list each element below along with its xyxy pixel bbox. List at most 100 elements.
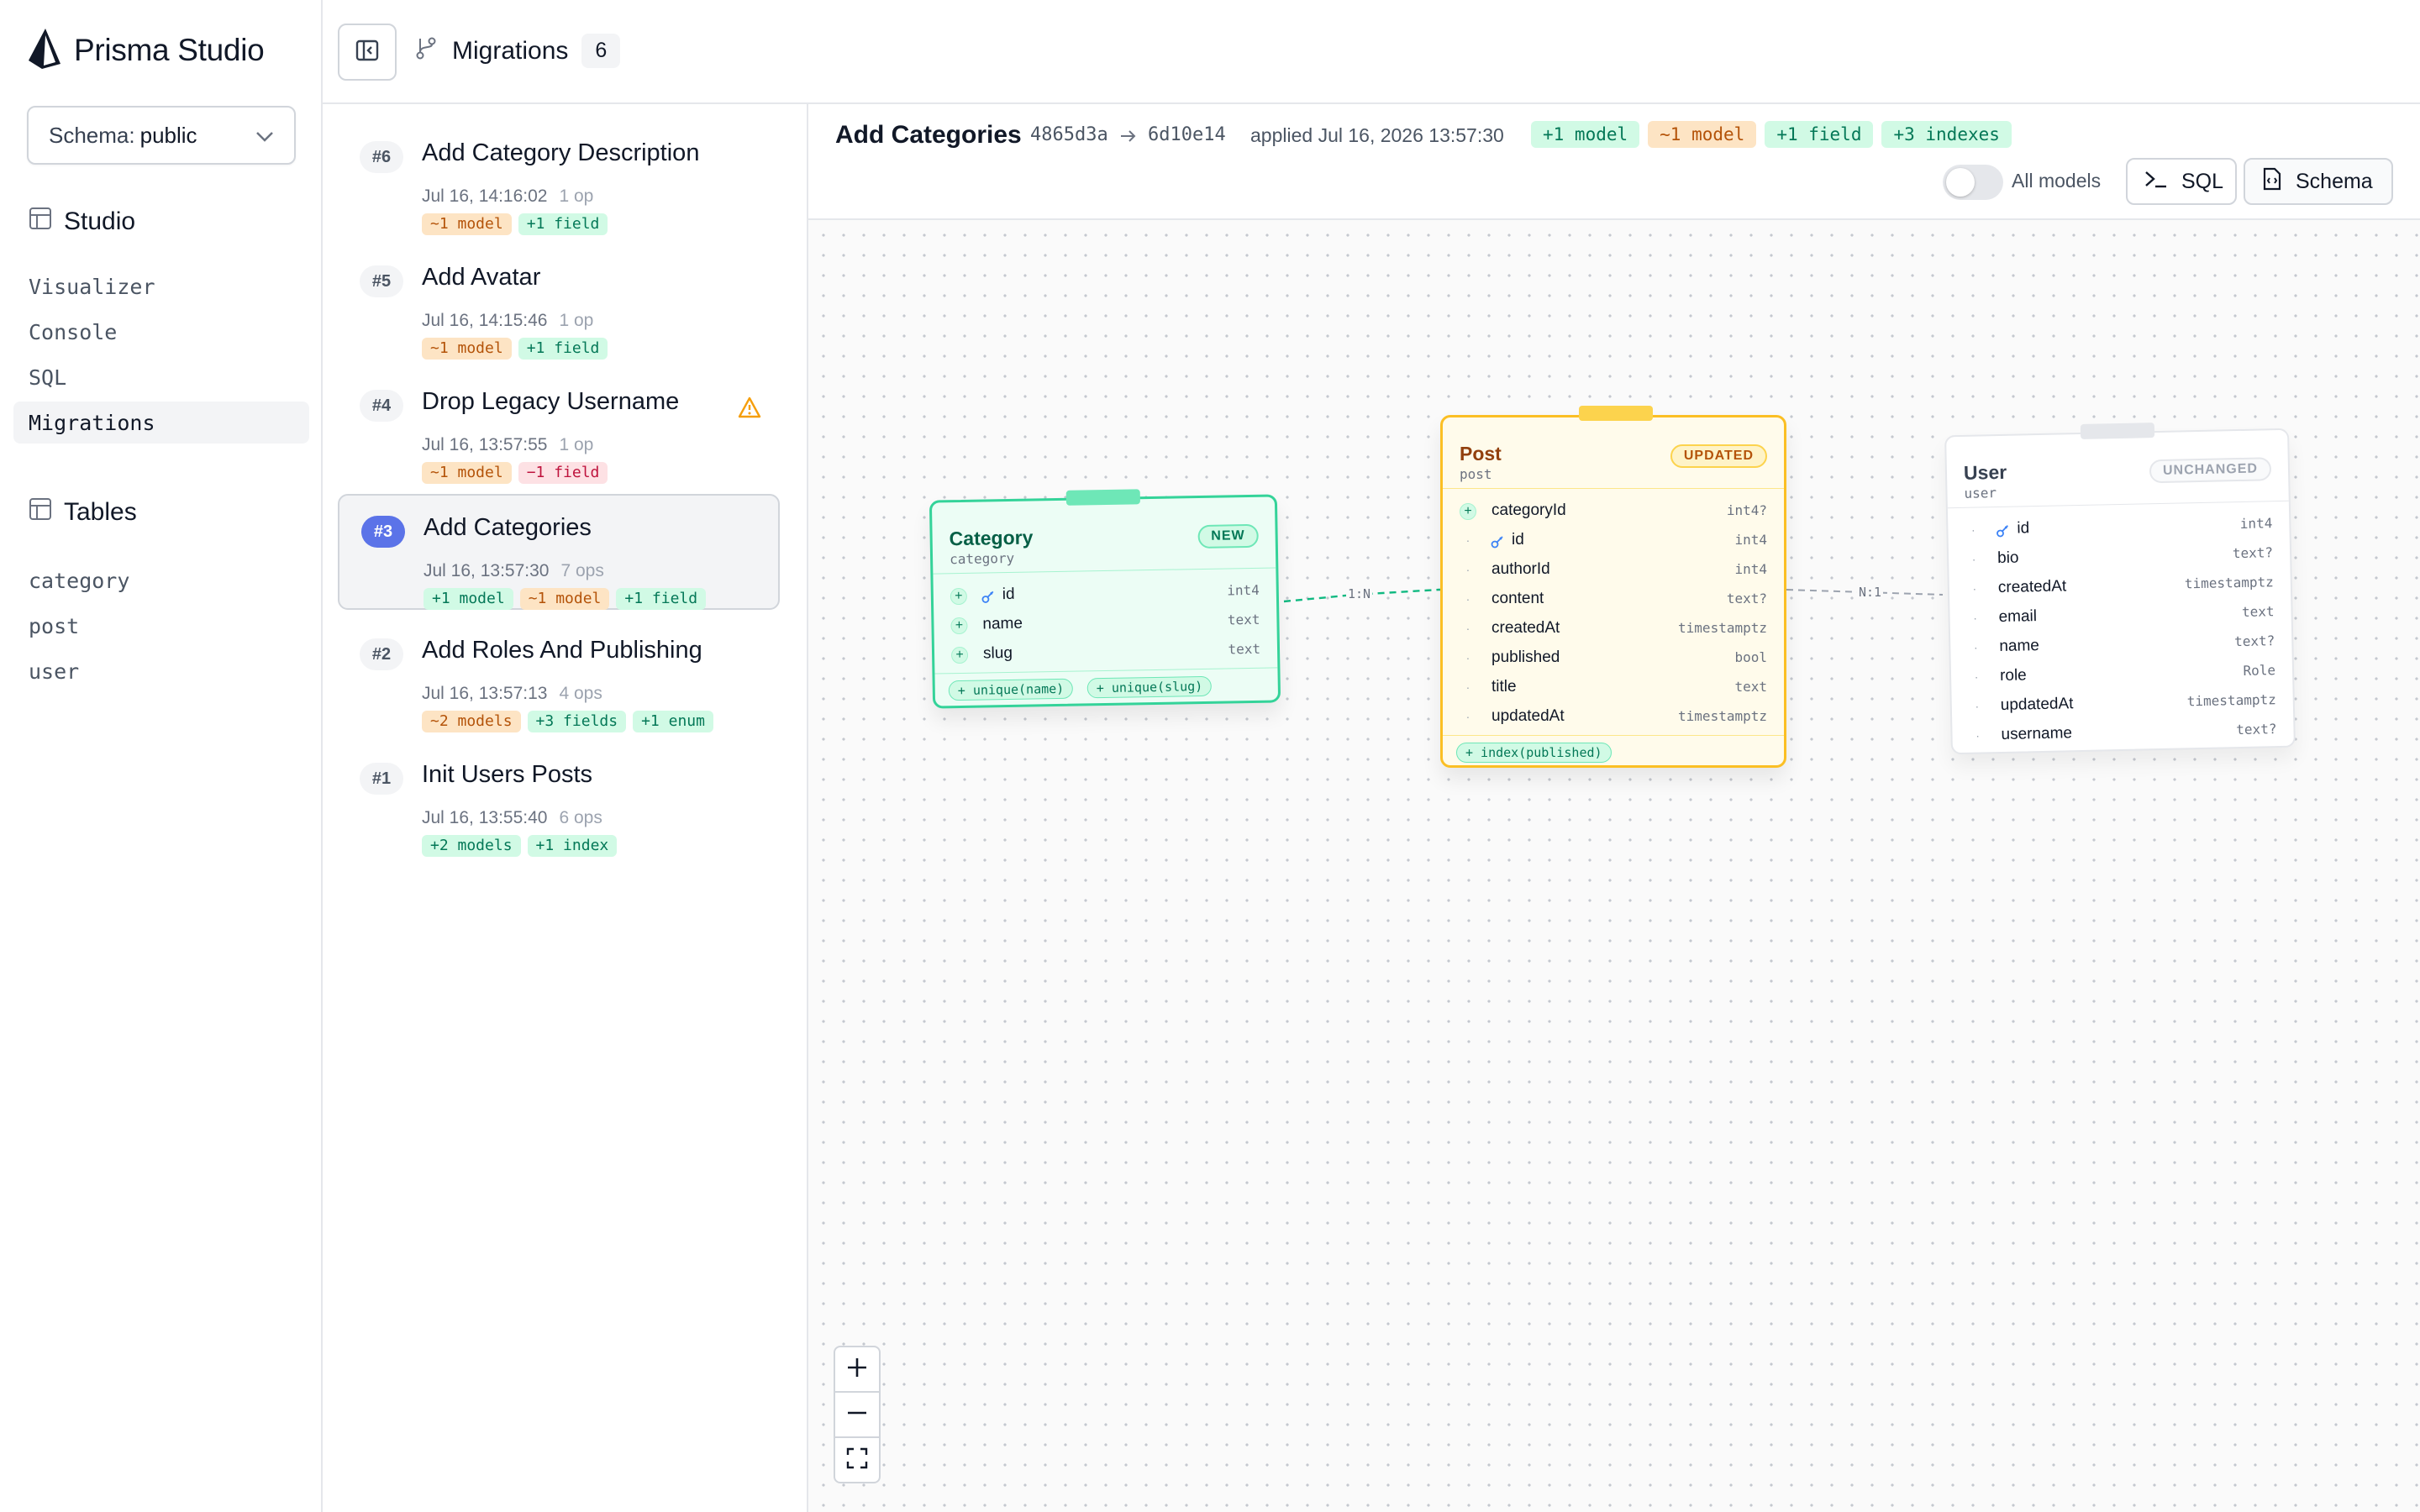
- model-card-category[interactable]: Category category NEW + id int4 + name text + slug…: [929, 489, 1281, 709]
- model-status-badge: UNCHANGED: [2149, 457, 2272, 484]
- field-row[interactable]: · published bool: [1443, 643, 1784, 673]
- field-name: updatedAt: [2000, 695, 2074, 715]
- schema-button-label: Schema: [2296, 169, 2373, 193]
- primary-key-icon: [1995, 523, 2010, 543]
- schema-label: Schema:: [49, 122, 135, 148]
- model-name: Post: [1460, 443, 1502, 465]
- change-tag: +1 field: [616, 588, 707, 610]
- field-type: text: [1227, 611, 1260, 628]
- git-branch-icon: [413, 35, 439, 67]
- sidebar-item-table-category[interactable]: category: [13, 559, 309, 601]
- field-row[interactable]: · title text: [1443, 673, 1784, 702]
- unchanged-field-icon: ·: [1973, 611, 1978, 625]
- tables-section-header: Tables: [29, 497, 137, 528]
- all-models-toggle[interactable]: [1943, 165, 2003, 200]
- zoom-in-button[interactable]: [834, 1346, 881, 1393]
- chevron-down-icon: [255, 123, 274, 149]
- model-card-post[interactable]: Post post UPDATED + categoryId int4? · id int4 · a…: [1440, 406, 1786, 769]
- migration-item[interactable]: #4 Drop Legacy Username Jul 16, 13:57:55 1 …: [338, 370, 780, 486]
- migration-number: #6: [360, 141, 403, 173]
- migration-name: Add Avatar: [422, 264, 541, 291]
- sql-button[interactable]: SQL: [2126, 158, 2237, 205]
- field-type: text: [1228, 640, 1261, 658]
- migration-name: Drop Legacy Username: [422, 388, 680, 415]
- migration-item[interactable]: #3 Add Categories Jul 16, 13:57:30 7 ops +1 …: [338, 494, 780, 610]
- sidebar-item-migrations[interactable]: Migrations: [13, 402, 309, 444]
- card-footer: + index(published): [1443, 735, 1784, 769]
- migration-ops: 1 op: [559, 311, 594, 330]
- primary-key-icon: [981, 589, 996, 608]
- migration-ops: 1 op: [559, 186, 594, 206]
- migration-item[interactable]: #1 Init Users Posts Jul 16, 13:55:40 6 ops +…: [338, 743, 780, 858]
- field-row[interactable]: · createdAt timestamptz: [1443, 614, 1784, 643]
- model-card-user[interactable]: User user UNCHANGED · id int4 · bio text? · create…: [1944, 423, 2296, 755]
- added-field-icon: +: [1460, 503, 1476, 520]
- migration-name: Add Roles And Publishing: [422, 637, 702, 664]
- migration-item[interactable]: #5 Add Avatar Jul 16, 14:15:46 1 op ~1 model…: [338, 245, 780, 361]
- migration-meta: Jul 16, 14:15:46 1 op: [422, 311, 593, 331]
- primary-key-icon: [1490, 534, 1505, 554]
- field-row[interactable]: · updatedAt timestamptz: [1443, 702, 1784, 732]
- field-name: bio: [1996, 549, 2019, 568]
- model-name: Category: [949, 526, 1034, 550]
- migration-number: #1: [360, 763, 403, 795]
- sidebar: Prisma Studio Schema: public Studio Visu…: [0, 0, 323, 1512]
- field-row[interactable]: · authorId int4: [1443, 555, 1784, 585]
- unchanged-field-icon: ·: [1465, 533, 1470, 547]
- zoom-out-button[interactable]: [834, 1391, 881, 1438]
- arrow-right-icon: [1119, 128, 1138, 149]
- migration-name: Add Categories: [424, 514, 592, 541]
- change-tag: +1 model: [424, 588, 513, 610]
- migration-time: Jul 16, 14:16:02: [422, 186, 548, 206]
- field-row[interactable]: · id int4: [1443, 526, 1784, 555]
- field-row[interactable]: + slug text: [934, 634, 1278, 669]
- field-name: published: [1491, 648, 1560, 666]
- fit-view-button[interactable]: [834, 1436, 881, 1483]
- change-tag: ~1 model: [422, 213, 512, 235]
- sidebar-item-sql[interactable]: SQL: [13, 356, 309, 398]
- index-tag: + index(published): [1456, 743, 1612, 763]
- field-type: text?: [2233, 633, 2275, 650]
- unchanged-field-icon: ·: [1465, 592, 1470, 606]
- migration-item[interactable]: #2 Add Roles And Publishing Jul 16, 13:57:…: [338, 618, 780, 734]
- sidebar-collapse-icon: [355, 38, 380, 67]
- sidebar-item-visualizer[interactable]: Visualizer: [13, 265, 309, 307]
- model-status-badge: UPDATED: [1670, 444, 1767, 468]
- app-title: Prisma Studio: [74, 33, 265, 67]
- from-hash: 4865d3a: [1030, 124, 1108, 145]
- added-field-icon: +: [950, 587, 968, 606]
- brand[interactable]: Prisma Studio: [27, 28, 265, 72]
- field-type: int4: [1227, 581, 1260, 599]
- unchanged-field-icon: ·: [1974, 669, 1979, 684]
- migration-meta: Jul 16, 13:55:40 6 ops: [422, 808, 602, 828]
- migration-tags: +1 model ~1 model +1 field: [424, 588, 707, 610]
- migrations-heading: Migrations 6: [413, 34, 621, 68]
- table-icon: [29, 207, 52, 237]
- migration-time: Jul 16, 13:57:30: [424, 561, 550, 580]
- warning-icon: [738, 396, 761, 423]
- change-tag: ~1 model: [422, 338, 512, 360]
- toggle-sidebar-button[interactable]: [338, 24, 397, 81]
- migration-number: #2: [360, 638, 403, 670]
- migration-item[interactable]: #6 Add Category Description Jul 16, 14:16:…: [338, 121, 780, 237]
- topbar: Migrations 6: [323, 0, 2420, 104]
- migrations-title: Migrations: [452, 36, 569, 65]
- field-name: role: [1999, 666, 2027, 685]
- field-row[interactable]: · username text?: [1952, 715, 2294, 751]
- field-row[interactable]: + categoryId int4?: [1443, 496, 1784, 526]
- model-table-name: post: [1460, 466, 1492, 482]
- field-row[interactable]: · content text?: [1443, 585, 1784, 614]
- sidebar-item-console[interactable]: Console: [13, 311, 309, 353]
- field-type: text?: [2236, 721, 2277, 738]
- field-name: updatedAt: [1491, 707, 1565, 725]
- sidebar-item-table-post[interactable]: post: [13, 605, 309, 647]
- index-tag: + unique(slug): [1086, 675, 1213, 699]
- migration-number: #4: [360, 390, 403, 422]
- schema-select[interactable]: Schema: public: [27, 106, 296, 165]
- schema-canvas[interactable]: 1:N N:1 Category category NEW + id int4 + name t…: [808, 220, 2420, 1512]
- sidebar-item-table-user[interactable]: user: [13, 650, 309, 692]
- migration-meta: Jul 16, 13:57:55 1 op: [422, 435, 593, 455]
- schema-button[interactable]: Schema: [2244, 158, 2393, 205]
- unchanged-field-icon: ·: [1970, 522, 1975, 537]
- field-type: timestamptz: [2184, 574, 2275, 592]
